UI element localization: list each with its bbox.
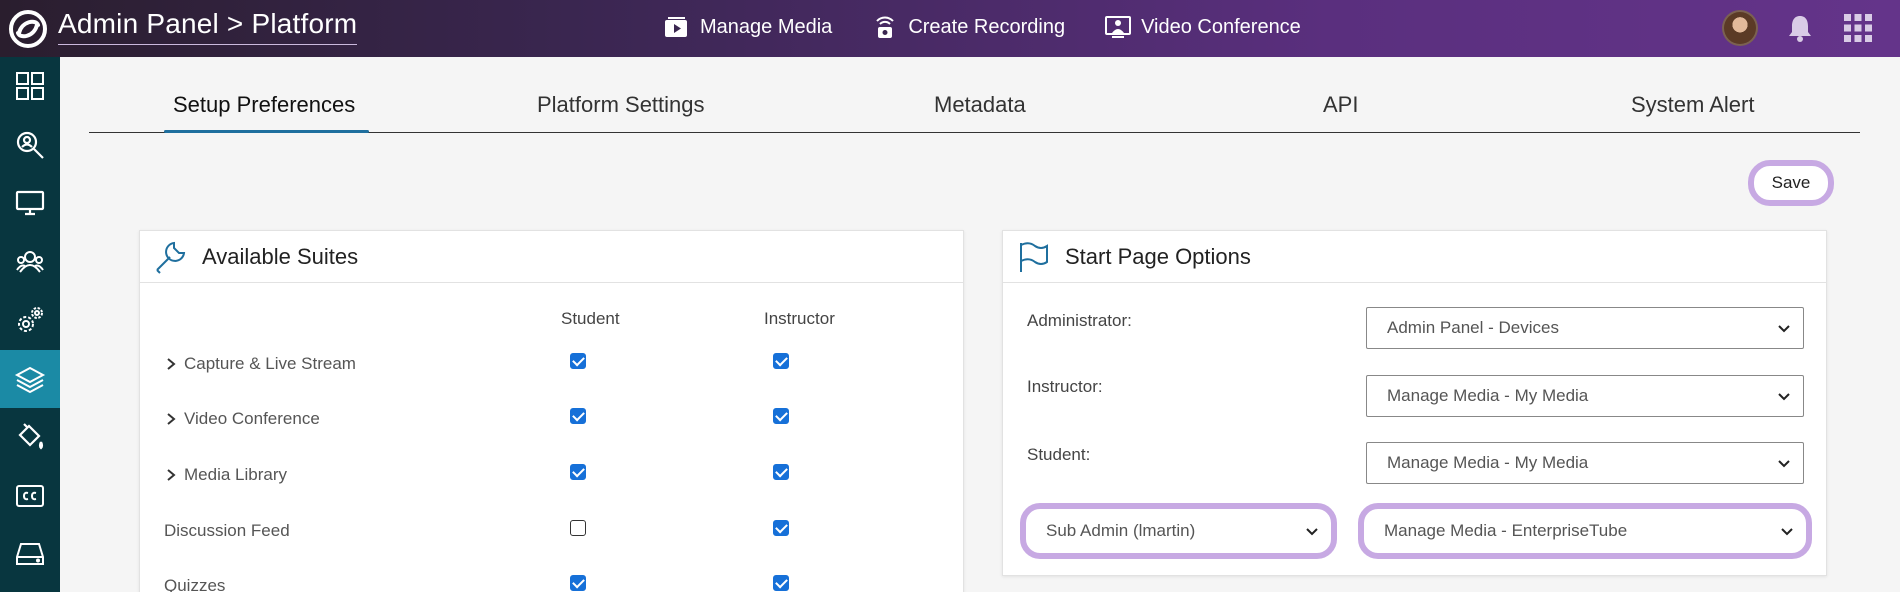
suite-row-capture[interactable]: Capture & Live Stream: [164, 354, 356, 374]
sidebar-item-dashboard[interactable]: [0, 57, 60, 116]
conference-icon: [1105, 16, 1132, 38]
nav-create-recording[interactable]: Create Recording: [870, 12, 1065, 42]
available-suites-panel: Available Suites Student Instructor Capt…: [139, 230, 964, 592]
top-bar: Admin Panel > Platform Manage Media Crea…: [0, 0, 1900, 57]
select-sub-admin-role[interactable]: Sub Admin (lmartin): [1020, 503, 1337, 559]
media-icon: [665, 17, 687, 37]
select-value: Manage Media - EnterpriseTube: [1384, 521, 1628, 540]
nav-label: Manage Media: [700, 15, 833, 38]
tab-api[interactable]: API: [1323, 92, 1358, 118]
sidebar-item-search[interactable]: [0, 116, 60, 175]
nav-manage-media[interactable]: Manage Media: [662, 12, 832, 42]
checkbox-discussion-student[interactable]: [570, 520, 586, 536]
bell-icon[interactable]: [1784, 12, 1816, 44]
panel-header: Start Page Options: [1003, 231, 1826, 283]
select-instructor-start-page[interactable]: Manage Media - My Media: [1366, 375, 1804, 417]
tab-platform-settings[interactable]: Platform Settings: [537, 92, 705, 118]
closed-caption-icon: [16, 484, 44, 507]
select-value: Sub Admin (lmartin): [1046, 521, 1196, 540]
paint-bucket-icon: [18, 423, 44, 450]
sidebar-item-users[interactable]: [0, 233, 60, 292]
wrench-icon: [156, 241, 186, 274]
checkbox-quizzes-instructor[interactable]: [773, 575, 789, 591]
nav-label: Create Recording: [908, 15, 1066, 38]
chevron-right-icon[interactable]: [164, 357, 178, 371]
panel-title: Start Page Options: [1065, 243, 1251, 269]
nav-label: Video Conference: [1141, 15, 1301, 38]
checkbox-capture-student[interactable]: [570, 353, 586, 369]
select-administrator-start-page[interactable]: Admin Panel - Devices: [1366, 307, 1804, 349]
label-instructor: Instructor:: [1027, 377, 1103, 396]
settings-icon: [18, 307, 43, 333]
checkbox-quizzes-student[interactable]: [570, 575, 586, 591]
active-tab-indicator: [164, 130, 369, 133]
checkbox-media-student[interactable]: [570, 464, 586, 480]
chevron-down-icon: [1778, 460, 1790, 468]
chevron-down-icon: [1781, 528, 1793, 536]
suite-label: Media Library: [184, 465, 287, 484]
label-student: Student:: [1027, 445, 1091, 464]
select-student-start-page[interactable]: Manage Media - My Media: [1366, 442, 1804, 484]
sidebar-item-platform[interactable]: [0, 349, 60, 408]
storage-icon: [16, 543, 44, 566]
suite-label: Quizzes: [164, 576, 226, 592]
suite-label: Discussion Feed: [164, 521, 290, 540]
avatar[interactable]: [1722, 10, 1758, 46]
panel-header: Available Suites: [140, 231, 963, 283]
breadcrumb[interactable]: Admin Panel > Platform: [58, 8, 358, 45]
select-value: Admin Panel - Devices: [1387, 318, 1559, 337]
suite-label: Video Conference: [184, 409, 320, 428]
search-icon: [16, 131, 44, 159]
apps-grid-icon[interactable]: [1842, 12, 1874, 44]
column-header-student: Student: [561, 309, 620, 328]
select-sub-admin-start-page[interactable]: Manage Media - EnterpriseTube: [1358, 503, 1812, 559]
column-header-instructor: Instructor: [764, 309, 835, 328]
flag-icon: [1020, 241, 1048, 272]
chevron-right-icon[interactable]: [164, 468, 178, 482]
checkbox-discussion-instructor[interactable]: [773, 520, 789, 536]
suite-row-quizzes: Quizzes: [164, 576, 225, 592]
chevron-down-icon: [1778, 325, 1790, 333]
suite-row-video-conference[interactable]: Video Conference: [164, 409, 320, 429]
select-value: Manage Media - My Media: [1387, 453, 1589, 472]
select-value: Manage Media - My Media: [1387, 386, 1589, 405]
chevron-down-icon: [1306, 528, 1318, 536]
checkbox-media-instructor[interactable]: [773, 464, 789, 480]
users-icon: [16, 250, 44, 273]
sidebar-item-devices[interactable]: [0, 174, 60, 233]
sidebar-item-storage[interactable]: [0, 525, 60, 584]
save-button[interactable]: Save: [1748, 160, 1834, 206]
chevron-right-icon[interactable]: [164, 412, 178, 426]
checkbox-capture-instructor[interactable]: [773, 353, 789, 369]
suite-label: Capture & Live Stream: [184, 354, 356, 373]
top-nav: Manage Media Create Recording Video Conf…: [662, 12, 1301, 42]
start-page-options-panel: Start Page Options Administrator: Admin …: [1002, 230, 1827, 576]
sidebar-item-captions[interactable]: [0, 467, 60, 526]
sidebar-item-settings[interactable]: [0, 291, 60, 350]
logo-icon[interactable]: [8, 9, 48, 49]
top-right-actions: [1722, 10, 1874, 46]
dashboard-icon: [16, 72, 44, 101]
tab-bar: Setup Preferences Platform Settings Meta…: [89, 88, 1860, 133]
tab-system-alert[interactable]: System Alert: [1631, 92, 1754, 118]
recording-icon: [876, 16, 895, 38]
chevron-down-icon: [1778, 393, 1790, 401]
tab-metadata[interactable]: Metadata: [934, 92, 1026, 118]
checkbox-videoconf-student[interactable]: [570, 408, 586, 424]
nav-video-conference[interactable]: Video Conference: [1103, 12, 1301, 42]
checkbox-videoconf-instructor[interactable]: [773, 408, 789, 424]
label-administrator: Administrator:: [1027, 311, 1132, 330]
sidebar-item-branding[interactable]: [0, 408, 60, 467]
layers-icon: [14, 366, 46, 393]
tab-setup-preferences[interactable]: Setup Preferences: [173, 92, 355, 118]
monitor-icon: [15, 191, 45, 216]
suite-row-media-library[interactable]: Media Library: [164, 465, 287, 485]
suite-row-discussion-feed: Discussion Feed: [164, 521, 290, 541]
panel-title: Available Suites: [202, 243, 359, 269]
sidebar: [0, 57, 60, 592]
